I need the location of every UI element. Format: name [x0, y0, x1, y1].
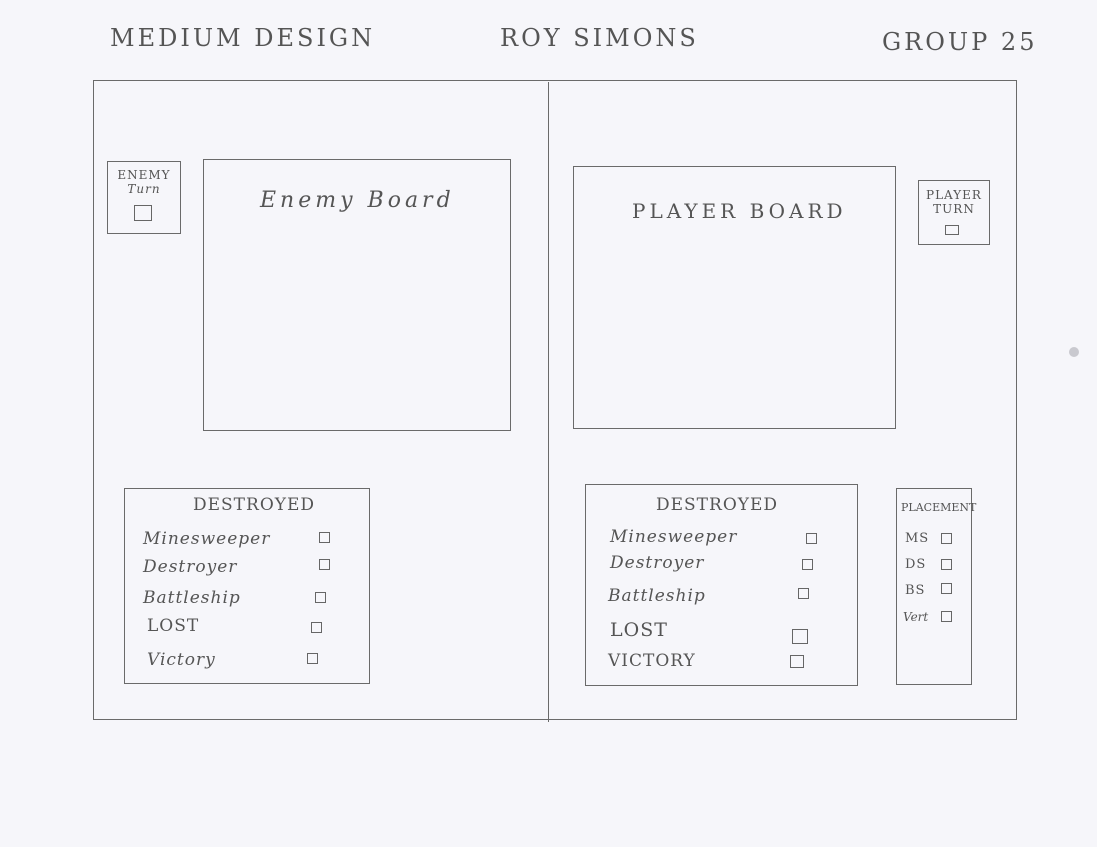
placement-vertical-label: Vert	[903, 610, 929, 624]
player-destroyed-battleship-checkbox[interactable]	[798, 588, 809, 599]
enemy-turn-label-line1: ENEMY	[117, 168, 171, 182]
enemy-destroyed-battleship-label: Battleship	[143, 588, 241, 608]
player-board-label: PLAYER BOARD	[632, 199, 847, 223]
player-destroyed-destroyer-checkbox[interactable]	[802, 559, 813, 570]
enemy-destroyed-minesweeper-label: Minesweeper	[143, 529, 271, 549]
player-lost-checkbox[interactable]	[792, 629, 808, 644]
player-destroyed-minesweeper-label: Minesweeper	[610, 527, 738, 547]
enemy-victory-label: Victory	[147, 650, 216, 670]
placement-title: PLACEMENT	[901, 501, 977, 514]
enemy-turn-indicator: ENEMY Turn	[107, 161, 181, 234]
enemy-board[interactable]: Enemy Board	[203, 159, 511, 431]
scan-dot	[1069, 347, 1079, 357]
enemy-destroyed-battleship-checkbox[interactable]	[315, 592, 326, 603]
player-victory-label: VICTORY	[608, 651, 696, 671]
player-turn-label-line1: PLAYER	[926, 188, 982, 202]
player-board[interactable]: PLAYER BOARD	[573, 166, 896, 429]
placement-battleship-label: BS	[905, 583, 926, 598]
placement-minesweeper-checkbox[interactable]	[941, 533, 952, 544]
enemy-destroyed-panel: DESTROYED Minesweeper Destroyer Battlesh…	[124, 488, 370, 684]
player-destroyed-battleship-label: Battleship	[608, 586, 706, 606]
player-victory-checkbox[interactable]	[790, 655, 804, 668]
player-turn-light	[945, 225, 959, 235]
player-lost-label: LOST	[610, 619, 668, 641]
enemy-lost-checkbox[interactable]	[311, 622, 322, 633]
enemy-board-label: Enemy Board	[260, 188, 455, 213]
enemy-lost-label: LOST	[147, 616, 200, 636]
enemy-turn-label-line2: Turn	[127, 182, 161, 196]
enemy-victory-checkbox[interactable]	[307, 653, 318, 664]
placement-destroyer-checkbox[interactable]	[941, 559, 952, 570]
enemy-destroyed-destroyer-checkbox[interactable]	[319, 559, 330, 570]
player-destroyed-destroyer-label: Destroyer	[610, 553, 705, 573]
header-design-label: MEDIUM DESIGN	[110, 24, 376, 52]
player-turn-indicator: PLAYER TURN	[918, 180, 990, 245]
enemy-destroyed-destroyer-label: Destroyer	[143, 557, 238, 577]
player-destroyed-title: DESTROYED	[656, 495, 779, 515]
enemy-destroyed-title: DESTROYED	[193, 495, 316, 515]
placement-destroyer-label: DS	[905, 557, 927, 572]
header-group-label: GROUP 25	[882, 28, 1038, 56]
enemy-turn-light	[134, 205, 152, 221]
placement-battleship-checkbox[interactable]	[941, 583, 952, 594]
center-divider	[548, 82, 549, 722]
player-destroyed-minesweeper-checkbox[interactable]	[806, 533, 817, 544]
player-turn-label-line2: TURN	[933, 202, 975, 216]
enemy-destroyed-minesweeper-checkbox[interactable]	[319, 532, 330, 543]
placement-vertical-checkbox[interactable]	[941, 611, 952, 622]
placement-minesweeper-label: MS	[905, 531, 930, 546]
header-author-name: ROY SIMONS	[500, 24, 699, 52]
placement-panel: PLACEMENT MS DS BS Vert	[896, 488, 976, 685]
player-destroyed-panel: DESTROYED Minesweeper Destroyer Battlesh…	[585, 484, 858, 686]
